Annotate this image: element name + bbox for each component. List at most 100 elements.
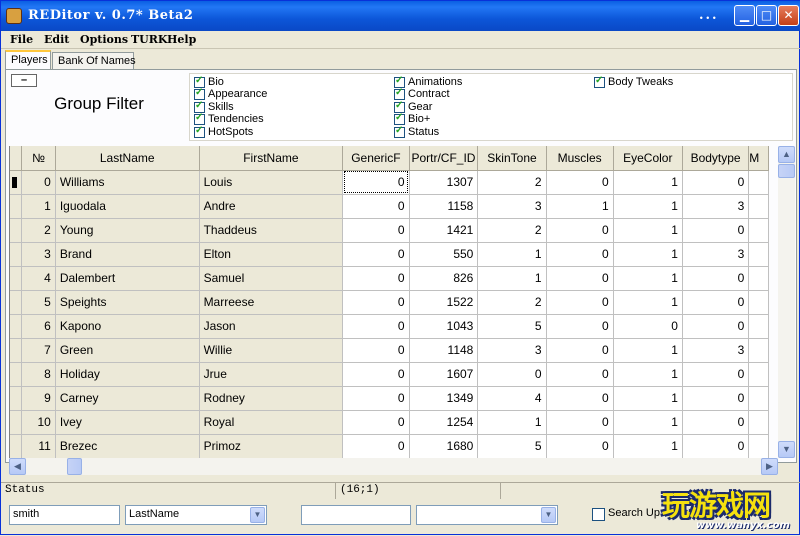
column-header-muscles[interactable]: Muscles <box>546 146 614 171</box>
table-row[interactable]: 3 Brand Elton 0 550 1 0 1 3 <box>10 242 769 267</box>
cell-eyecolor[interactable]: 1 <box>613 362 683 387</box>
row-indicator[interactable] <box>10 386 23 411</box>
table-row[interactable]: 1 Iguodala Andre 0 1158 3 1 1 3 <box>10 194 769 219</box>
row-indicator[interactable] <box>10 266 23 291</box>
row-indicator[interactable] <box>10 362 23 387</box>
cell-muscles[interactable]: 0 <box>546 386 614 411</box>
cell-muscles[interactable]: 0 <box>546 242 614 267</box>
cell-bodytype[interactable]: 3 <box>682 338 750 363</box>
menu-file[interactable]: File <box>10 33 33 46</box>
cell-m[interactable] <box>748 242 769 267</box>
cell-firstname[interactable]: Jason <box>199 314 344 339</box>
table-row[interactable]: 10 Ivey Royal 0 1254 1 0 1 0 <box>10 410 769 435</box>
cell-skintone[interactable]: 5 <box>477 434 547 458</box>
cell-firstname[interactable]: Thaddeus <box>199 218 344 243</box>
scroll-right-button[interactable]: ▶ <box>761 458 778 475</box>
cell-firstname[interactable]: Willie <box>199 338 344 363</box>
cell-number[interactable]: 6 <box>21 314 56 339</box>
cell-number[interactable]: 10 <box>21 410 56 435</box>
row-indicator[interactable] <box>10 410 23 435</box>
cell-m[interactable] <box>748 386 769 411</box>
cell-eyecolor[interactable]: 0 <box>613 314 683 339</box>
cell-number[interactable]: 7 <box>21 338 56 363</box>
tab-bank-of-names[interactable]: Bank Of Names <box>52 52 136 70</box>
cell-bodytype[interactable]: 3 <box>682 242 750 267</box>
table-row[interactable]: 0 Williams Louis 0 1307 2 0 1 0 <box>10 170 769 195</box>
row-indicator[interactable] <box>10 290 23 315</box>
cell-firstname[interactable]: Rodney <box>199 386 344 411</box>
cell-genericf[interactable]: 0 <box>342 218 410 243</box>
cell-genericf[interactable]: 0 <box>342 290 410 315</box>
cell-lastname[interactable]: Williams <box>55 170 200 195</box>
cell-muscles[interactable]: 0 <box>546 266 614 291</box>
checkbox[interactable] <box>194 125 205 138</box>
cell-genericf[interactable]: 0 <box>342 386 410 411</box>
column-header-genericf[interactable]: GenericF <box>342 146 410 171</box>
cell-firstname[interactable]: Elton <box>199 242 344 267</box>
cell-number[interactable]: 0 <box>21 170 56 195</box>
cell-genericf[interactable]: 0 <box>342 242 410 267</box>
cell-m[interactable] <box>748 434 769 458</box>
cell-number[interactable]: 1 <box>21 194 56 219</box>
cell-portr-cf-id[interactable]: 550 <box>409 242 479 267</box>
cell-eyecolor[interactable]: 1 <box>613 170 683 195</box>
cell-firstname[interactable]: Samuel <box>199 266 344 291</box>
cell-skintone[interactable]: 4 <box>477 386 547 411</box>
cell-m[interactable] <box>748 314 769 339</box>
cell-bodytype[interactable]: 0 <box>682 434 750 458</box>
secondary-field-select[interactable]: ▼ <box>416 505 558 525</box>
row-indicator[interactable] <box>10 194 23 219</box>
cell-skintone[interactable]: 1 <box>477 242 547 267</box>
table-row[interactable]: 4 Dalembert Samuel 0 826 1 0 1 0 <box>10 266 769 291</box>
cell-genericf[interactable]: 0 <box>342 314 410 339</box>
cell-muscles[interactable]: 0 <box>546 434 614 458</box>
vertical-scroll-thumb[interactable] <box>778 164 795 178</box>
cell-m[interactable] <box>748 266 769 291</box>
menu-turk[interactable]: TURK <box>131 33 167 46</box>
row-indicator[interactable] <box>10 314 23 339</box>
menu-edit[interactable]: Edit <box>44 33 69 46</box>
cell-bodytype[interactable]: 0 <box>682 386 750 411</box>
cell-firstname[interactable]: Louis <box>199 170 344 195</box>
cell-portr-cf-id[interactable]: 1307 <box>409 170 479 195</box>
cell-number[interactable]: 4 <box>21 266 56 291</box>
cell-bodytype[interactable]: 0 <box>682 362 750 387</box>
cell-skintone[interactable]: 5 <box>477 314 547 339</box>
cell-lastname[interactable]: Speights <box>55 290 200 315</box>
table-row[interactable]: 8 Holiday Jrue 0 1607 0 0 1 0 <box>10 362 769 387</box>
cell-lastname[interactable]: Holiday <box>55 362 200 387</box>
secondary-search-input[interactable] <box>301 505 411 525</box>
column-header-firstname[interactable]: FirstName <box>199 146 344 171</box>
cell-eyecolor[interactable]: 1 <box>613 338 683 363</box>
cell-firstname[interactable]: Andre <box>199 194 344 219</box>
cell-m[interactable] <box>748 338 769 363</box>
row-indicator[interactable] <box>10 242 23 267</box>
collapse-filter-button[interactable]: – <box>11 74 37 87</box>
cell-muscles[interactable]: 0 <box>546 338 614 363</box>
cell-lastname[interactable]: Carney <box>55 386 200 411</box>
cell-portr-cf-id[interactable]: 1421 <box>409 218 479 243</box>
cell-eyecolor[interactable]: 1 <box>613 434 683 458</box>
cell-m[interactable] <box>748 194 769 219</box>
cell-muscles[interactable]: 0 <box>546 170 614 195</box>
cell-number[interactable]: 11 <box>21 434 56 458</box>
column-header-portr-cf-id[interactable]: Portr/CF_ID <box>409 146 479 171</box>
column-header-number[interactable]: № <box>21 146 56 171</box>
cell-genericf[interactable]: 0 <box>342 170 410 195</box>
cell-lastname[interactable]: Green <box>55 338 200 363</box>
cell-bodytype[interactable]: 0 <box>682 410 750 435</box>
cell-portr-cf-id[interactable]: 826 <box>409 266 479 291</box>
cell-skintone[interactable]: 1 <box>477 410 547 435</box>
cell-muscles[interactable]: 0 <box>546 314 614 339</box>
cell-muscles[interactable]: 0 <box>546 410 614 435</box>
minimize-button[interactable]: ▁ <box>734 5 755 26</box>
cell-skintone[interactable]: 3 <box>477 338 547 363</box>
cell-eyecolor[interactable]: 1 <box>613 386 683 411</box>
scroll-up-button[interactable]: ▲ <box>778 146 795 163</box>
row-indicator[interactable] <box>10 170 23 195</box>
cell-lastname[interactable]: Brezec <box>55 434 200 458</box>
cell-m[interactable] <box>748 290 769 315</box>
cell-m[interactable] <box>748 410 769 435</box>
cell-genericf[interactable]: 0 <box>342 266 410 291</box>
cell-lastname[interactable]: Young <box>55 218 200 243</box>
